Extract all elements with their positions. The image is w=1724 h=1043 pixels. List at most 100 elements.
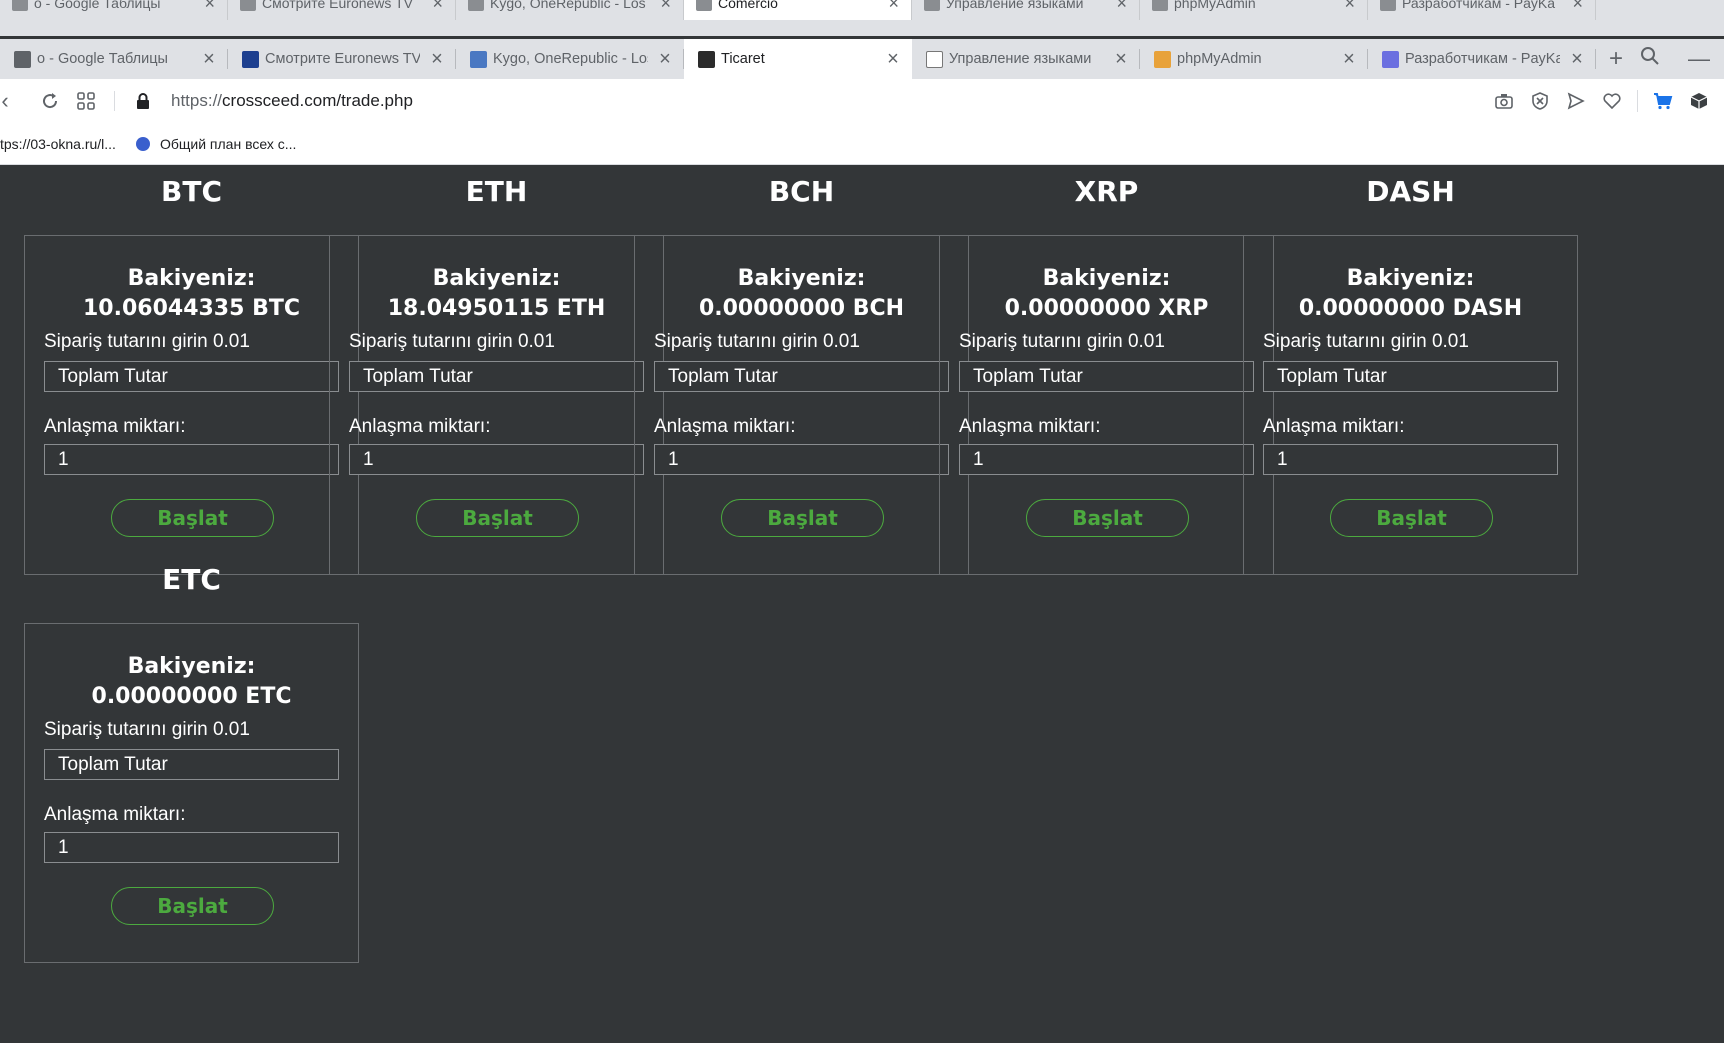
total-amount-input[interactable]: Toplam Tutar [654, 361, 949, 392]
bookmark-label: tps://03-okna.ru/l... [0, 135, 116, 152]
coin-title: BCH [768, 175, 835, 208]
close-tab-icon[interactable]: × [1340, 49, 1358, 69]
camera-icon[interactable] [1493, 90, 1515, 112]
balance-label: Bakiyeniz: [127, 266, 256, 291]
balance-value: 0.00000000 ETC [91, 684, 292, 709]
balance-label: Bakiyeniz: [432, 266, 561, 291]
ghost-tab-label: Разработчикам - PayKa [1402, 0, 1556, 11]
close-icon: × [1116, 0, 1127, 13]
ghost-tab: o - Google Таблицы × [0, 0, 228, 20]
sheets-icon [14, 50, 31, 68]
browser-tab[interactable]: Kygo, OneRepublic - Los × [456, 39, 684, 79]
speed-dial-icon[interactable] [68, 83, 104, 119]
total-amount-input[interactable]: Toplam Tutar [349, 361, 644, 392]
tab-label: Kygo, OneRepublic - Los [493, 51, 648, 67]
bookmarks-bar: tps://03-okna.ru/l... Общий план всех с.… [0, 123, 1724, 165]
start-button[interactable]: Başlat [416, 499, 579, 537]
order-amount-hint: Sipariş tutarını girin 0.01 [44, 719, 250, 740]
deal-amount-input[interactable]: 1 [1263, 444, 1558, 475]
browser-tab[interactable]: Разработчикам - PayKa × [1368, 39, 1596, 79]
balance-value: 0.00000000 XRP [1004, 296, 1209, 321]
box-icon[interactable] [1688, 90, 1710, 112]
close-tab-icon[interactable]: × [200, 49, 218, 69]
deal-amount-input[interactable]: 1 [44, 832, 339, 863]
close-tab-icon[interactable]: × [428, 49, 446, 69]
toolbar-divider-2 [1637, 90, 1638, 112]
bookmark-item[interactable]: Общий план всех с... [135, 136, 296, 152]
back-icon[interactable]: ‹ [0, 83, 10, 119]
start-button[interactable]: Başlat [111, 499, 274, 537]
reload-icon[interactable] [32, 83, 68, 119]
cart-icon[interactable] [1652, 90, 1674, 112]
total-amount-input[interactable]: Toplam Tutar [1263, 361, 1558, 392]
order-amount-hint: Sipariş tutarını girin 0.01 [44, 331, 250, 352]
total-amount-input[interactable]: Toplam Tutar [44, 361, 339, 392]
trade-card: Bakiyeniz: 10.06044335 BTC Sipariş tutarın… [24, 235, 359, 575]
deal-amount-label: Anlaşma miktarı: [654, 416, 796, 437]
coin-title: ETH [465, 175, 528, 208]
order-amount-hint: Sipariş tutarını girin 0.01 [1263, 331, 1469, 352]
url-field[interactable]: https://crossceed.com/trade.php [171, 91, 413, 111]
balance-label: Bakiyeniz: [127, 654, 256, 679]
tab-label: Разработчикам - PayKa [1405, 51, 1560, 67]
close-tab-icon[interactable]: × [884, 49, 902, 69]
browser-tab[interactable]: Смотрите Euronews TV × [228, 39, 456, 79]
order-amount-hint: Sipariş tutarını girin 0.01 [349, 331, 555, 352]
coin-title: BTC [161, 175, 222, 208]
lock-icon[interactable] [125, 83, 161, 119]
adblock-icon[interactable] [1529, 90, 1551, 112]
start-button[interactable]: Başlat [111, 887, 274, 925]
browser-tab[interactable]: Ticaret × [684, 39, 912, 79]
close-tab-icon[interactable]: × [656, 49, 674, 69]
euronews-icon [242, 50, 259, 68]
coin-title: ETC [162, 563, 221, 596]
ghost-tab-label: Смотрите Euronews TV [262, 0, 413, 11]
close-icon: × [888, 0, 899, 13]
total-amount-input[interactable]: Toplam Tutar [44, 749, 339, 780]
close-tab-icon[interactable]: × [1112, 49, 1130, 69]
tab-label: Смотрите Euronews TV [265, 51, 420, 67]
browser-tab[interactable]: o - Google Таблицы × [0, 39, 228, 79]
start-button[interactable]: Başlat [1330, 499, 1493, 537]
trade-card: Bakiyeniz: 0.00000000 ETC Sipariş tutarını… [24, 623, 359, 963]
new-tab-button[interactable]: + [1596, 39, 1636, 79]
balance-value: 0.00000000 DASH [1298, 296, 1523, 321]
address-bar: ‹ https://crossceed.com/trade.php [0, 79, 1724, 123]
trade-page: BTC Bakiyeniz: 10.06044335 BTC Sipariş tuta… [0, 165, 1724, 1043]
music-icon [470, 50, 487, 68]
ghost-tab-row: o - Google Таблицы × Смотрите Euronews TV ×… [0, 0, 1596, 20]
browser-tab-strip: o - Google Таблицы × Смотрите Euronews TV ×… [0, 39, 1724, 79]
ghost-tab: Разработчикам - PayKa × [1368, 0, 1596, 20]
tab-label: Управление языками [949, 51, 1092, 67]
order-amount-hint: Sipariş tutarını girin 0.01 [654, 331, 860, 352]
browser-tab[interactable]: Управление языками × [912, 39, 1140, 79]
bookmark-item[interactable]: tps://03-okna.ru/l... [0, 136, 116, 152]
deal-amount-input[interactable]: 1 [349, 444, 644, 475]
deal-amount-input[interactable]: 1 [44, 444, 339, 475]
trade-card: Bakiyeniz: 0.00000000 BCH Sipariş tutarını… [634, 235, 969, 575]
close-icon: × [1344, 0, 1355, 13]
close-icon: × [204, 0, 215, 13]
start-button[interactable]: Başlat [721, 499, 884, 537]
url-host: crossceed.com/trade.php [222, 91, 413, 110]
minimize-icon[interactable]: — [1688, 46, 1710, 72]
deal-amount-input[interactable]: 1 [959, 444, 1254, 475]
send-icon[interactable] [1565, 90, 1587, 112]
browser-tab[interactable]: phpMyAdmin × [1140, 39, 1368, 79]
deal-amount-label: Anlaşma miktarı: [44, 804, 186, 825]
start-button[interactable]: Başlat [1026, 499, 1189, 537]
phpmyadmin-icon [1154, 50, 1171, 68]
ghost-tab: Comercio × [684, 0, 912, 20]
coin-title: XRP [1074, 175, 1139, 208]
search-tabs-icon[interactable] [1640, 46, 1660, 72]
balance-label: Bakiyeniz: [737, 266, 866, 291]
deal-amount-input[interactable]: 1 [654, 444, 949, 475]
trade-card: Bakiyeniz: 0.00000000 XRP Sipariş tutarını… [939, 235, 1274, 575]
ghost-tab-label: phpMyAdmin [1174, 0, 1256, 11]
tab-strip-controls: — [1640, 39, 1724, 79]
close-tab-icon[interactable]: × [1568, 49, 1586, 69]
ghost-tab-label: Управление языками [946, 0, 1084, 11]
total-amount-input[interactable]: Toplam Tutar [959, 361, 1254, 392]
heart-icon[interactable] [1601, 90, 1623, 112]
ghost-tab: Kygo, OneRepublic - Los × [456, 0, 684, 20]
